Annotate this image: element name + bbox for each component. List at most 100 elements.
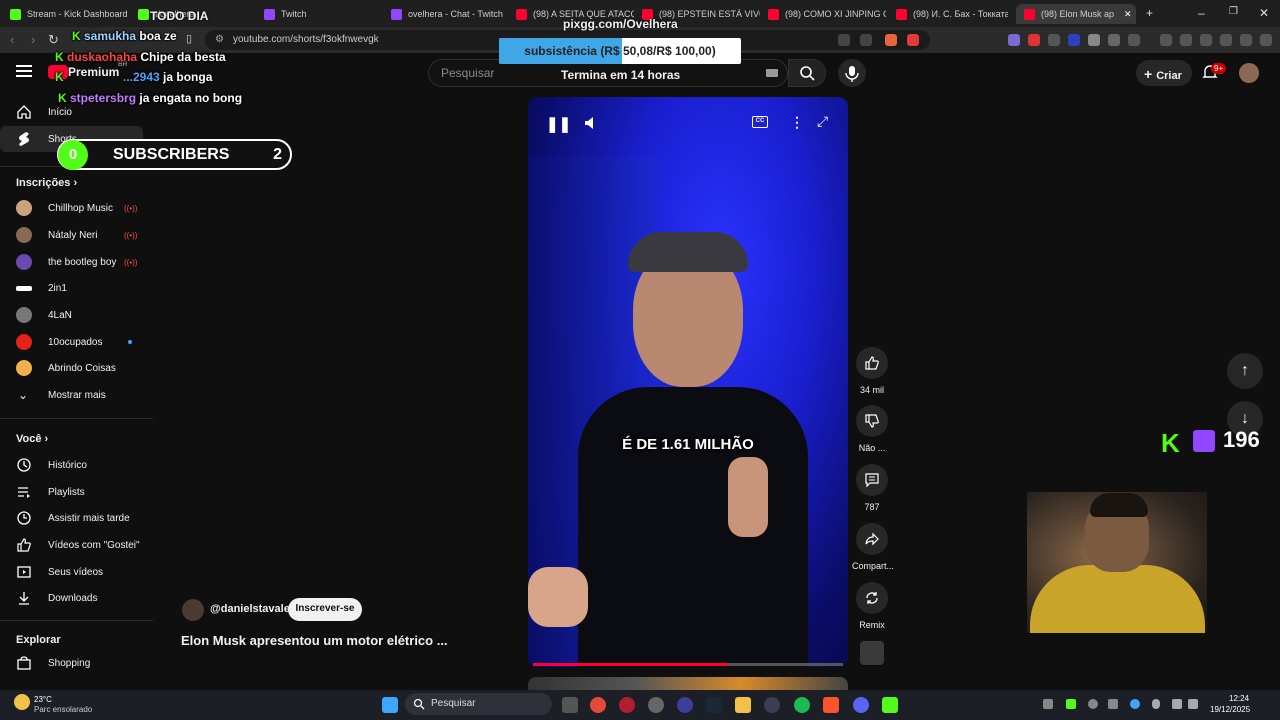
tray-icon[interactable] [1043,699,1053,709]
more-options-icon[interactable]: ⋮ [790,114,804,131]
short-title[interactable]: Elon Musk apresentou um motor elétrico .… [181,633,448,648]
reload-icon[interactable]: ↻ [48,32,59,48]
kick-app-icon[interactable] [882,697,898,713]
bookmark-icon[interactable]: ▯ [186,32,192,45]
site-info-icon[interactable]: ⚙ [215,34,224,45]
fullscreen-icon[interactable]: ⤢ [817,113,828,130]
chrome-icon[interactable] [590,697,606,713]
brave-icon[interactable] [823,697,839,713]
pause-button[interactable]: ❚❚ [546,115,571,133]
sidebar-item-playlists[interactable]: Playlists [0,479,150,505]
app-icon[interactable] [764,697,780,713]
tray-icon[interactable] [1088,699,1098,709]
channel-avatar[interactable] [182,599,204,621]
show-more-button[interactable]: ⌄ Mostrar mais [0,382,150,408]
sidebar-item-subscription[interactable]: Chillhop Music ((•)) [0,195,150,221]
close-window-button[interactable]: ✕ [1259,6,1269,20]
sidebar-item-subscription[interactable]: 4LaN [0,302,150,328]
extension-icon[interactable] [1008,34,1020,46]
comments-button[interactable]: 787 [852,464,892,512]
video-progress-bar[interactable] [533,663,843,666]
spotify-icon[interactable] [794,697,810,713]
captions-button[interactable]: CC [752,116,768,128]
menu-icon[interactable] [1260,34,1272,46]
file-explorer-icon[interactable] [735,697,751,713]
vpn-icon[interactable] [1240,34,1252,46]
tab-youtube-active[interactable]: (98) Elon Musk ap ✕ [1016,4,1136,24]
media-icon[interactable] [1160,34,1172,46]
extension-icon[interactable] [1088,34,1100,46]
voice-search-button[interactable] [838,59,866,87]
app-icon[interactable] [677,697,693,713]
forward-icon[interactable]: › [31,32,35,47]
new-tab-button[interactable]: + [1146,6,1153,20]
like-button[interactable]: 34 mil [852,347,892,395]
tab-youtube-3[interactable]: (98) COMO XI JINPING CH [768,4,886,24]
create-button[interactable]: + Criar [1136,60,1192,86]
sidebar-item-history[interactable]: Histórico [0,452,150,478]
keyboard-icon[interactable] [766,69,778,77]
sidebar-item-watch-later[interactable]: Assistir mais tarde [0,505,150,531]
tray-icon[interactable] [1066,699,1076,709]
clock-date[interactable]: 19/12/2025 [1210,705,1250,714]
share-page-icon[interactable] [860,34,872,46]
volume-button[interactable] [583,115,599,131]
hamburger-menu-icon[interactable] [16,65,32,77]
bluetooth-icon[interactable] [1130,699,1140,709]
sidebar-item-subscription[interactable]: Nátaly Neri ((•)) [0,222,150,248]
search-button[interactable] [788,59,826,87]
app-icon[interactable] [648,697,664,713]
task-view-icon[interactable] [562,697,578,713]
extension-icon[interactable] [1068,34,1080,46]
subscribe-button[interactable]: Inscrever-se [288,598,362,621]
short-video-player[interactable]: ❚❚ CC ⋮ ⤢ [528,97,848,667]
extension-icon[interactable] [1048,34,1060,46]
subscriptions-header[interactable]: Inscrições › [16,177,77,189]
cast-icon[interactable] [838,34,850,46]
windows-start-icon[interactable] [382,697,398,713]
account-avatar[interactable] [1239,63,1259,83]
steam-icon[interactable] [706,697,722,713]
volume-icon[interactable] [1188,699,1198,709]
leo-ai-icon[interactable] [1220,34,1232,46]
back-icon[interactable]: ‹ [10,32,14,47]
you-header[interactable]: Você › [16,433,48,445]
next-short-preview[interactable] [528,677,848,690]
maximize-button[interactable]: ❐ [1229,6,1238,17]
sidebar-item-downloads[interactable]: Downloads [0,585,150,611]
share-button[interactable]: Compart... [852,523,894,571]
sound-thumbnail[interactable] [860,641,884,665]
sidebar-item-liked[interactable]: Vídeos com "Gostei" [0,532,150,558]
network-icon[interactable] [1172,699,1182,709]
tab-twitch-chat[interactable]: ovelhera - Chat - Twitch [391,4,509,24]
channel-name[interactable]: @danielstavale [210,603,290,615]
wallet-icon[interactable] [1200,34,1212,46]
clock-time[interactable]: 12:24 [1229,694,1249,703]
sidebar-item-subscription[interactable]: the bootleg boy ((•)) [0,249,150,275]
tab-kick-dashboard[interactable]: Stream - Kick Dashboard [10,4,130,24]
sidebar-item-shopping[interactable]: Shopping [0,650,150,676]
brave-rewards-icon[interactable] [907,34,919,46]
opera-icon[interactable] [619,697,635,713]
tray-icon[interactable] [1108,699,1118,709]
dislike-button[interactable]: Não ... [852,405,892,453]
sidebar-item-subscription[interactable]: Abrindo Coisas [0,355,150,381]
taskbar-search[interactable]: Pesquisar [405,693,552,715]
remix-button[interactable]: Remix [852,582,892,630]
brave-shields-icon[interactable] [885,34,897,46]
screenshot-icon[interactable] [1128,34,1140,46]
close-tab-icon[interactable]: ✕ [1124,9,1132,20]
weather-icon[interactable] [14,694,30,710]
previous-short-button[interactable]: ↑ [1227,353,1263,389]
tab-youtube-4[interactable]: (98) И. С. Бах - Токката и [896,4,1008,24]
extension-icon[interactable] [1028,34,1040,46]
minimize-button[interactable]: – [1198,6,1205,20]
discord-icon[interactable] [853,697,869,713]
sidebar-item-subscription[interactable]: 10ocupados [0,329,150,355]
sidebar-toggle-icon[interactable] [1180,34,1192,46]
extensions-puzzle-icon[interactable] [1108,34,1120,46]
tab-twitch[interactable]: Twitch [264,4,374,24]
sidebar-item-your-videos[interactable]: Seus vídeos [0,559,150,585]
mic-tray-icon[interactable] [1152,699,1160,709]
sidebar-item-subscription[interactable]: 2in1 [0,275,150,301]
